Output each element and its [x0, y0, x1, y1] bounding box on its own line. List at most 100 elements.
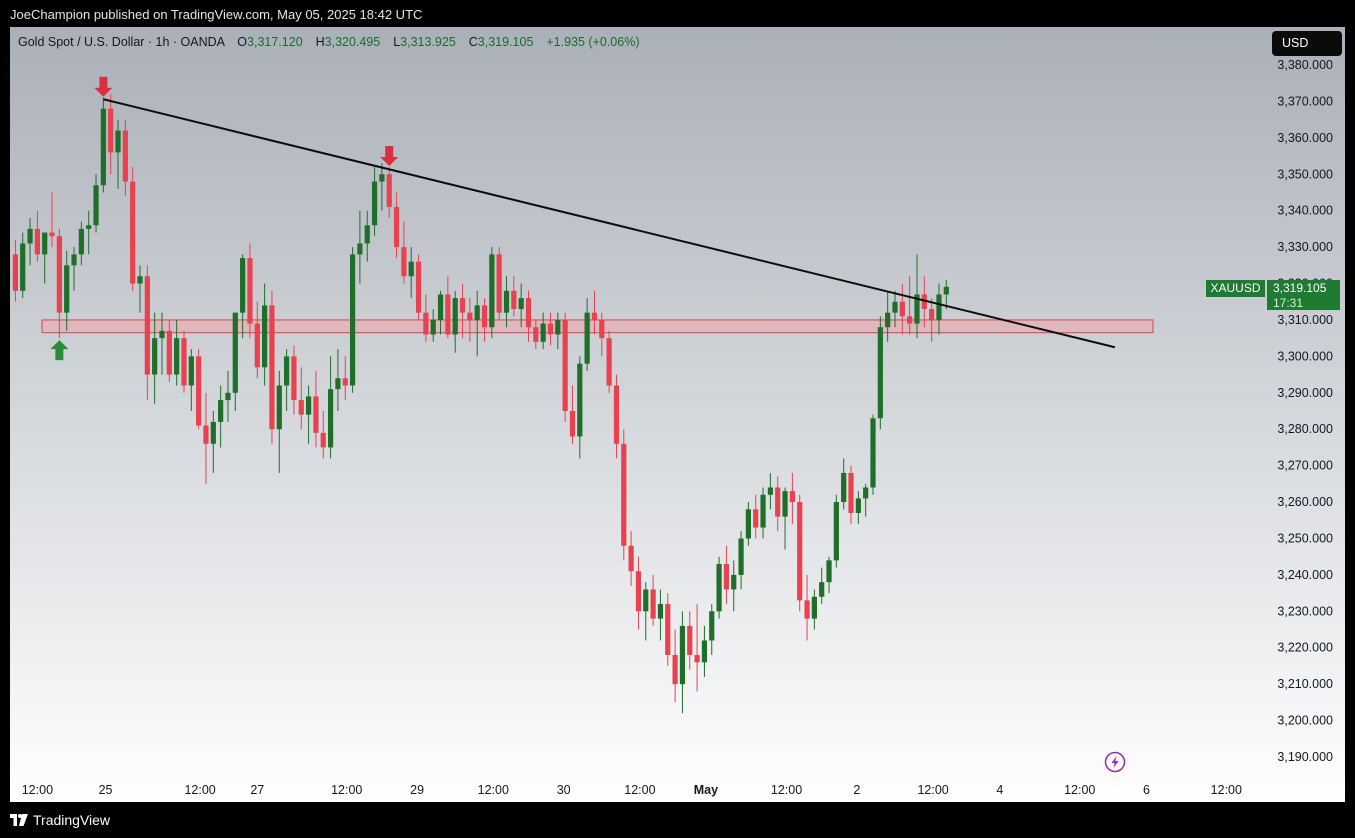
candle-body	[64, 265, 70, 313]
candle	[218, 385, 224, 448]
candle	[415, 254, 422, 320]
candle	[745, 502, 751, 546]
candle	[100, 97, 106, 193]
candle-body	[870, 418, 876, 488]
candle-body	[643, 589, 649, 612]
x-tick-label: 12:00	[22, 783, 53, 797]
y-tick-label: 3,270.000	[1277, 459, 1333, 473]
brand-name: TradingView	[33, 812, 111, 828]
candle-body	[628, 545, 634, 572]
footer-brand: TradingView	[10, 812, 110, 828]
x-tick-label: 12:00	[917, 783, 948, 797]
candle	[203, 392, 209, 484]
candle-body	[166, 330, 172, 375]
candle	[423, 294, 429, 342]
candle	[144, 265, 150, 401]
trendline[interactable]	[103, 98, 1116, 349]
candle-body	[716, 563, 722, 612]
candle-body	[694, 655, 700, 663]
last-price-value: 3,319.105	[1273, 281, 1327, 295]
candle	[481, 298, 488, 342]
resistance-zone[interactable]	[41, 319, 1154, 334]
candle	[679, 611, 686, 714]
chart-frame[interactable]: 3,190.000 3,200.000 3,210.000 3,220.000 3,23…	[10, 27, 1345, 802]
x-tick-label: May	[694, 783, 718, 797]
x-tick-label: 12:00	[1211, 783, 1242, 797]
candle	[716, 556, 722, 619]
candle	[577, 356, 583, 459]
candle-body	[833, 502, 839, 561]
candle-body	[555, 319, 561, 335]
candle-body	[34, 228, 40, 255]
candle	[767, 472, 773, 510]
candle	[327, 356, 334, 459]
candle-body	[327, 389, 334, 448]
candle-body	[518, 298, 524, 310]
x-tick-label: 25	[99, 783, 113, 797]
candle	[569, 385, 576, 444]
candle	[232, 312, 238, 411]
candle-body	[254, 323, 260, 368]
x-tick-label: 30	[557, 783, 571, 797]
candle-body	[379, 174, 385, 182]
candle-body	[159, 330, 165, 339]
candle	[210, 411, 216, 473]
y-tick-label: 3,220.000	[1277, 641, 1333, 655]
bar-countdown: 17:31	[1273, 296, 1304, 310]
candle	[452, 290, 458, 353]
candle-body	[335, 378, 341, 390]
candle-body	[71, 254, 77, 266]
candle	[775, 476, 781, 532]
candle	[511, 276, 517, 317]
candle	[701, 625, 708, 677]
candle	[599, 312, 605, 357]
candle-body	[797, 502, 803, 601]
candle	[371, 166, 378, 237]
candle	[291, 345, 297, 415]
x-tick-label: 12:00	[478, 783, 509, 797]
candle-body	[203, 425, 209, 444]
candle	[284, 349, 290, 411]
candle-body	[459, 298, 466, 313]
candle	[386, 166, 392, 218]
candle	[547, 312, 554, 346]
x-tick-label: 12:00	[624, 783, 655, 797]
candle-body	[841, 472, 847, 503]
candle-body	[27, 228, 33, 244]
candle-body	[12, 254, 18, 291]
candle-body	[657, 604, 664, 619]
candle-body	[49, 232, 55, 237]
candle	[694, 604, 700, 692]
flash-icon[interactable]	[1104, 751, 1126, 773]
x-tick-label: 2	[853, 783, 860, 797]
candle-body	[943, 286, 949, 295]
candle-body	[650, 589, 656, 619]
candle-body	[320, 432, 326, 448]
candle-body	[430, 319, 436, 335]
candle	[819, 567, 825, 605]
candle-body	[738, 538, 744, 575]
change-value: +1.935 (+0.06%)	[546, 35, 640, 49]
candle-body	[863, 487, 869, 499]
candle-body	[108, 108, 114, 153]
candle-body	[753, 509, 759, 528]
candle-body	[562, 319, 568, 411]
candle	[613, 374, 620, 459]
x-tick-label: 12:00	[1064, 783, 1095, 797]
candle-body	[122, 130, 128, 182]
x-tick-label: 6	[1143, 783, 1150, 797]
candle	[709, 604, 715, 656]
high-label: H	[315, 35, 325, 49]
candle	[797, 494, 803, 612]
candle-body	[408, 261, 414, 277]
candle	[93, 174, 99, 233]
candle-body	[613, 385, 620, 444]
candle-body	[665, 604, 671, 656]
candle-body	[892, 301, 898, 313]
candle-body	[679, 625, 686, 685]
candle-body	[577, 363, 583, 437]
candle-body	[591, 312, 598, 320]
price-chart[interactable]: 3,190.000 3,200.000 3,210.000 3,220.000 3,23…	[10, 27, 1345, 802]
candle-body	[819, 582, 825, 597]
currency-button[interactable]: USD	[1272, 31, 1342, 56]
